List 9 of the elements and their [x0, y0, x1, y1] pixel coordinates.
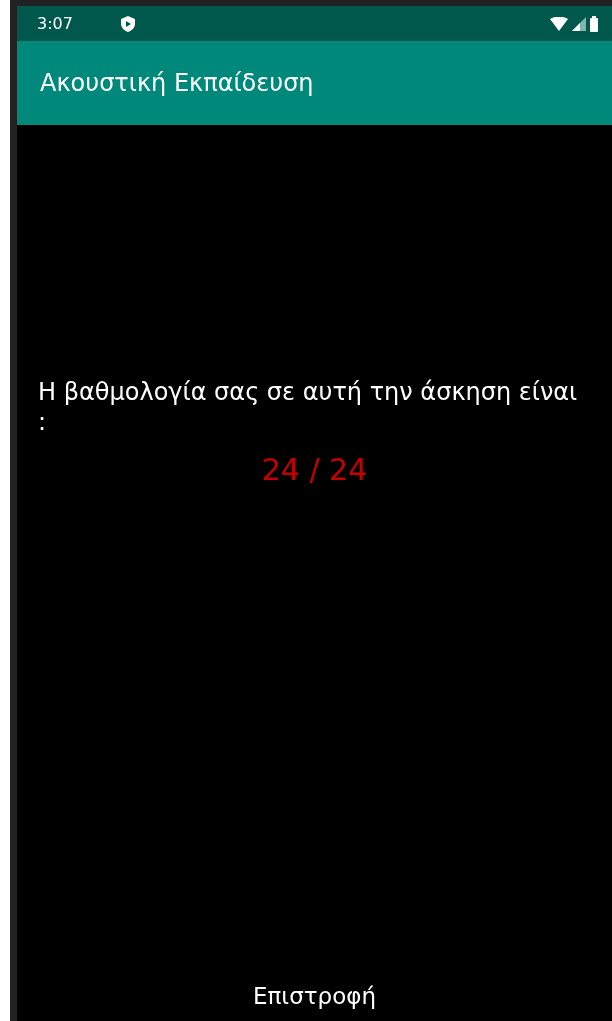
score-message: Η βαθμολογία σας σε αυτή την άσκηση είναι :: [37, 377, 579, 437]
wifi-icon: [550, 16, 568, 31]
app-title: Ακουστική Εκπαίδευση: [40, 68, 314, 99]
signal-icon: [572, 16, 586, 31]
return-button[interactable]: Επιστροφή: [243, 974, 386, 1017]
status-time: 3:07: [37, 12, 73, 35]
battery-icon: [590, 15, 598, 32]
score-value: 24 / 24: [260, 451, 369, 489]
shield-icon: [120, 15, 135, 32]
